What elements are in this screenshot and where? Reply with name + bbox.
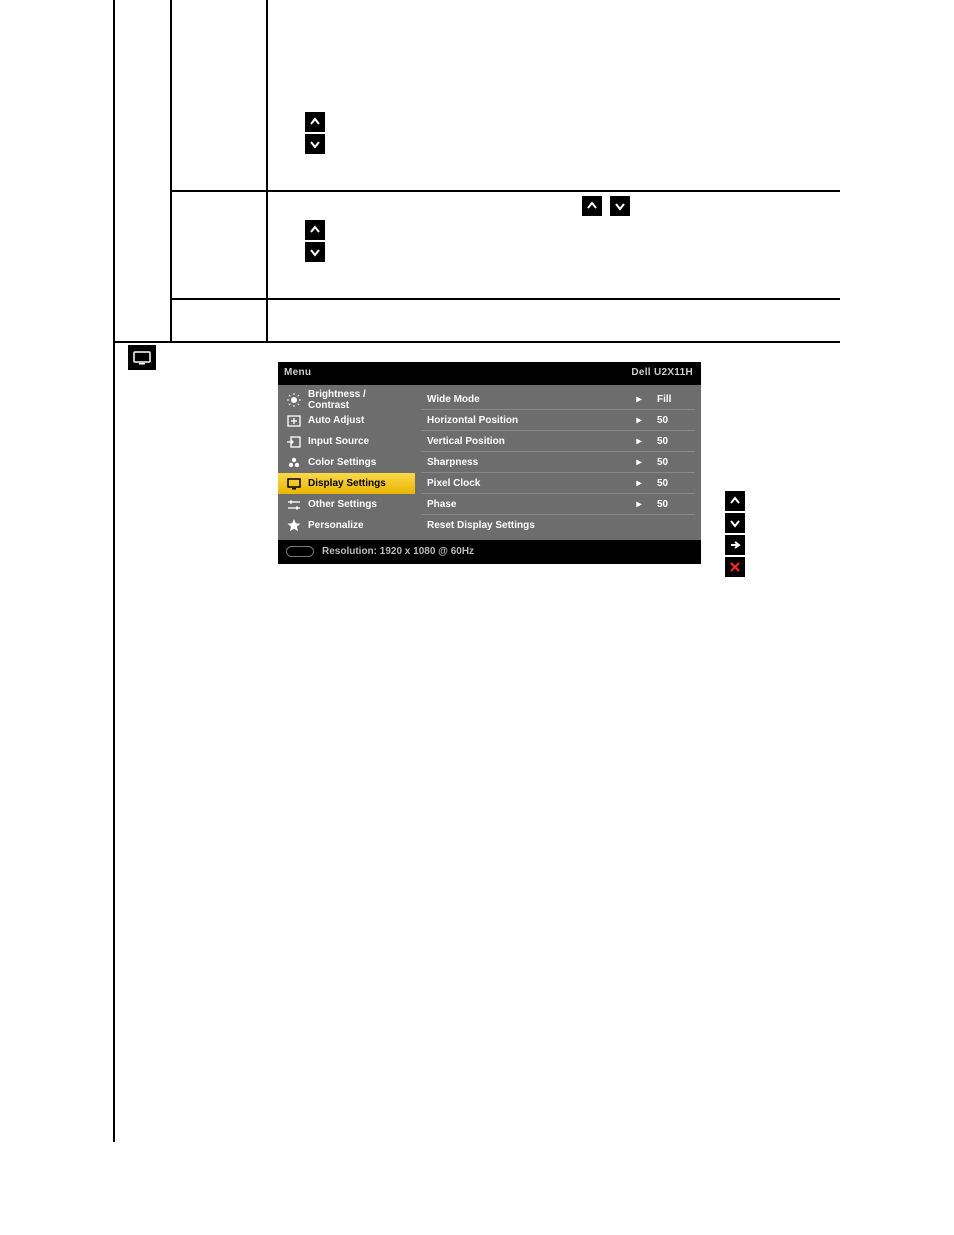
osd-row-value: 50 — [649, 415, 693, 426]
othersettings-icon — [286, 498, 302, 512]
table-inner-vline-2 — [266, 0, 268, 341]
down-key-icon — [305, 134, 325, 154]
osd-footer: Resolution: 1920 x 1080 @ 60Hz — [278, 540, 701, 564]
osd-header: Menu Dell U2X11H — [278, 362, 701, 385]
table-outer-vline — [113, 0, 115, 1142]
energy-badge-icon — [286, 546, 314, 557]
osd-nav-label: Color Settings — [308, 457, 409, 468]
submenu-arrow-icon: ▸ — [629, 436, 649, 447]
osd-row-value: 50 — [649, 478, 693, 489]
osd-menu: Menu Dell U2X11H Brightness / Contrast A… — [278, 362, 701, 564]
up-key-icon — [305, 220, 325, 240]
submenu-arrow-icon: ▸ — [629, 499, 649, 510]
osd-row-value: 50 — [649, 499, 693, 510]
osd-nav-brightness[interactable]: Brightness / Contrast — [278, 389, 415, 410]
osd-right-panel: Wide Mode ▸ Fill Horizontal Position ▸ 5… — [415, 385, 701, 540]
osd-nav-autoadjust[interactable]: Auto Adjust — [278, 410, 415, 431]
osd-row-name: Phase — [427, 499, 629, 510]
osd-side-controls — [725, 491, 745, 577]
down-key-icon — [305, 242, 325, 262]
osd-exit-button[interactable] — [725, 557, 745, 577]
osd-nav-label: Display Settings — [308, 478, 409, 489]
osd-nav-displaysettings[interactable]: Display Settings — [278, 473, 415, 494]
osd-nav-colorsettings[interactable]: Color Settings — [278, 452, 415, 473]
submenu-arrow-icon: ▸ — [629, 394, 649, 405]
osd-nav-label: Input Source — [308, 436, 409, 447]
table-hline-1 — [170, 190, 840, 192]
up-down-keys-row — [582, 196, 630, 216]
personalize-icon — [286, 519, 302, 533]
osd-nav-personalize[interactable]: Personalize — [278, 515, 415, 536]
osd-nav-label: Other Settings — [308, 499, 409, 510]
osd-row-widemode[interactable]: Wide Mode ▸ Fill — [421, 389, 695, 410]
osd-nav-inputsource[interactable]: Input Source — [278, 431, 415, 452]
osd-row-phase[interactable]: Phase ▸ 50 — [421, 494, 695, 515]
brightness-icon — [286, 393, 302, 407]
osd-row-name: Sharpness — [427, 457, 629, 468]
table-inner-vline — [170, 0, 172, 341]
display-settings-category-icon — [128, 345, 156, 370]
osd-row-name: Pixel Clock — [427, 478, 629, 489]
osd-model: Dell U2X11H — [631, 367, 693, 378]
osd-title: Menu — [284, 367, 311, 378]
up-key-icon — [582, 196, 602, 216]
colorsettings-icon — [286, 456, 302, 470]
osd-enter-button[interactable] — [725, 535, 745, 555]
osd-down-button[interactable] — [725, 513, 745, 533]
osd-row-name: Wide Mode — [427, 394, 629, 405]
up-down-keys-group-1 — [305, 112, 325, 154]
osd-up-button[interactable] — [725, 491, 745, 511]
up-down-keys-group-2 — [305, 220, 325, 262]
osd-row-name: Horizontal Position — [427, 415, 629, 426]
submenu-arrow-icon: ▸ — [629, 478, 649, 489]
osd-row-sharpness[interactable]: Sharpness ▸ 50 — [421, 452, 695, 473]
osd-row-value: 50 — [649, 436, 693, 447]
osd-row-name: Vertical Position — [427, 436, 629, 447]
osd-nav-label: Brightness / Contrast — [308, 389, 409, 411]
table-hline-3 — [113, 341, 840, 343]
osd-row-value: 50 — [649, 457, 693, 468]
autoadjust-icon — [286, 414, 302, 428]
submenu-arrow-icon: ▸ — [629, 457, 649, 468]
osd-row-pixelclock[interactable]: Pixel Clock ▸ 50 — [421, 473, 695, 494]
osd-left-nav: Brightness / Contrast Auto Adjust Input … — [278, 385, 415, 540]
up-key-icon — [305, 112, 325, 132]
osd-row-vpos[interactable]: Vertical Position ▸ 50 — [421, 431, 695, 452]
displaysettings-icon — [286, 477, 302, 491]
osd-row-reset[interactable]: Reset Display Settings — [421, 515, 695, 536]
osd-nav-label: Personalize — [308, 520, 409, 531]
osd-row-name: Reset Display Settings — [427, 520, 629, 531]
osd-nav-label: Auto Adjust — [308, 415, 409, 426]
table-hline-2 — [170, 298, 840, 300]
submenu-arrow-icon: ▸ — [629, 415, 649, 426]
osd-resolution: Resolution: 1920 x 1080 @ 60Hz — [322, 546, 474, 557]
down-key-icon — [610, 196, 630, 216]
osd-row-value: Fill — [649, 394, 693, 405]
inputsource-icon — [286, 435, 302, 449]
osd-nav-othersettings[interactable]: Other Settings — [278, 494, 415, 515]
osd-row-hpos[interactable]: Horizontal Position ▸ 50 — [421, 410, 695, 431]
